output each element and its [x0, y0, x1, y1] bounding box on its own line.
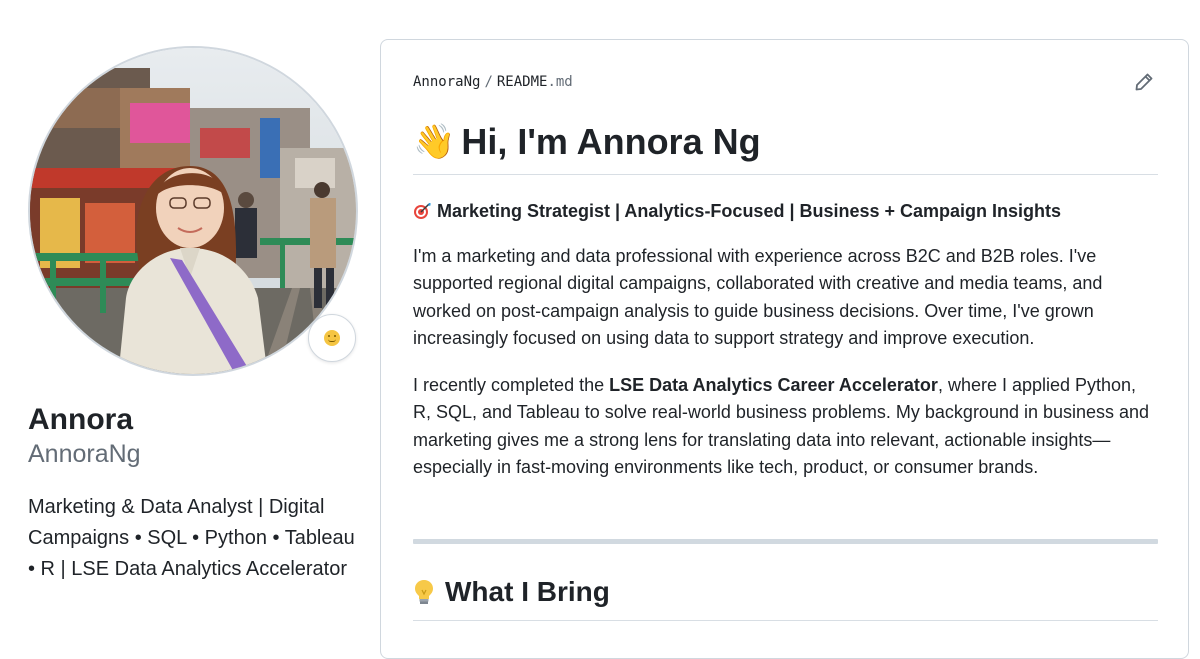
- avatar[interactable]: [28, 46, 358, 376]
- section-heading-what-i-bring: What I Bring: [413, 574, 1158, 621]
- waving-hand-icon: 👋: [413, 123, 456, 161]
- readme-tagline: Marketing Strategist | Analytics-Focused…: [413, 198, 1158, 224]
- avatar-container: [28, 46, 358, 382]
- section-heading-text: What I Bring: [445, 576, 610, 607]
- readme-heading-text: Hi, I'm Annora Ng: [461, 121, 761, 162]
- set-status-button[interactable]: [308, 314, 356, 362]
- avatar-photo: [30, 48, 356, 374]
- readme-breadcrumb: AnnoraNg / README.md: [413, 74, 573, 90]
- breadcrumb-owner-link[interactable]: AnnoraNg: [413, 74, 480, 90]
- edit-readme-button[interactable]: [1132, 70, 1156, 94]
- lightbulb-icon: [415, 580, 433, 604]
- paragraph-2-intro: I recently completed the: [413, 375, 610, 395]
- smiley-emoji-icon: [324, 330, 340, 346]
- pencil-icon: [1135, 73, 1153, 91]
- readme-paragraph-2: I recently completed the LSE Data Analyt…: [413, 372, 1153, 481]
- target-icon: [414, 203, 431, 219]
- readme-card: AnnoraNg / README.md 👋 Hi, I'm Annora Ng M…: [380, 39, 1189, 659]
- profile-login: AnnoraNg: [28, 440, 141, 468]
- breadcrumb-file-link[interactable]: README: [497, 74, 548, 90]
- profile-sidebar: Annora AnnoraNg Marketing & Data Analyst…: [28, 46, 358, 585]
- profile-name: Annora: [28, 403, 133, 436]
- paragraph-2-highlight: LSE Data Analytics Career Accelerator: [609, 375, 938, 395]
- readme-heading: 👋 Hi, I'm Annora Ng: [413, 120, 1158, 175]
- readme-paragraph-1: I'm a marketing and data professional wi…: [413, 246, 1103, 348]
- breadcrumb-separator: /: [484, 74, 493, 90]
- section-divider: [413, 539, 1158, 544]
- breadcrumb-file-extension[interactable]: .md: [547, 74, 572, 90]
- readme-tagline-text: Marketing Strategist | Analytics-Focused…: [437, 201, 1062, 221]
- profile-bio: Marketing & Data Analyst | Digital Campa…: [28, 496, 355, 580]
